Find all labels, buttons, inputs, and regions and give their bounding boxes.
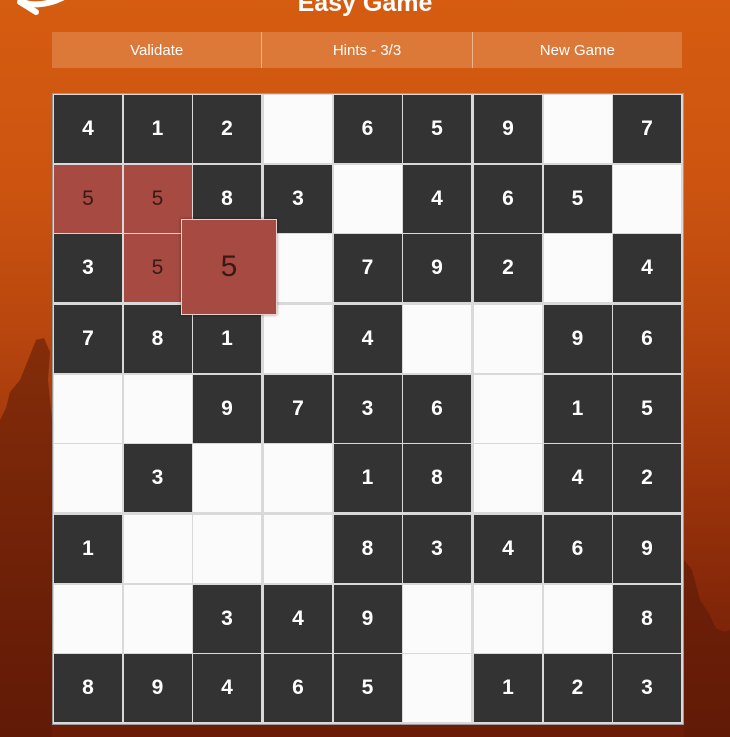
sudoku-cell[interactable] [403,584,471,653]
sudoku-cell[interactable] [474,374,542,443]
sudoku-cell: 3 [193,584,261,653]
sudoku-cell: 5 [403,95,471,163]
sudoku-cell: 1 [333,444,402,512]
sudoku-cell: 8 [403,444,471,512]
sudoku-cell: 7 [613,95,681,163]
toolbar: Validate Hints - 3/3 New Game [52,32,682,68]
sudoku-cell[interactable] [54,374,122,443]
sudoku-cell: 3 [403,515,471,583]
sudoku-cell[interactable] [543,584,612,653]
sudoku-cell[interactable] [543,95,612,163]
sudoku-cell[interactable] [264,515,332,583]
sudoku-cell: 2 [193,95,261,163]
sudoku-cell[interactable] [123,374,192,443]
sudoku-cell[interactable] [403,654,471,722]
sudoku-cell[interactable]: 5 [54,164,122,233]
sudoku-cell[interactable] [54,444,122,512]
sudoku-cell: 9 [193,374,261,443]
sudoku-cell: 6 [543,515,612,583]
sudoku-cell: 2 [474,234,542,302]
new-game-button[interactable]: New Game [473,32,682,68]
sudoku-cell[interactable] [123,515,192,583]
sudoku-cell: 4 [613,234,681,302]
sudoku-cell: 9 [543,305,612,373]
sudoku-cell: 8 [333,515,402,583]
sudoku-cell[interactable] [613,164,681,233]
sudoku-cell: 4 [264,584,332,653]
sudoku-cell: 2 [543,654,612,722]
sudoku-cell[interactable] [193,515,261,583]
sudoku-cell: 9 [123,654,192,722]
validate-button[interactable]: Validate [52,32,263,68]
sudoku-cell[interactable] [264,444,332,512]
sudoku-cell: 3 [333,374,402,443]
sudoku-cell[interactable] [474,305,542,373]
sudoku-cell: 5 [333,654,402,722]
sudoku-cell: 6 [474,164,542,233]
sudoku-cell: 6 [403,374,471,443]
sudoku-cell: 5 [543,164,612,233]
sudoku-cell: 4 [193,654,261,722]
sudoku-cell: 1 [193,305,261,373]
sudoku-cell[interactable] [264,95,332,163]
sudoku-cell: 3 [123,444,192,512]
sudoku-cell[interactable] [264,305,332,373]
sudoku-cell: 3 [54,234,122,302]
sudoku-cell: 1 [474,654,542,722]
sudoku-cell[interactable] [474,444,542,512]
sudoku-cell-selected[interactable]: 5 [181,219,277,315]
sudoku-cell[interactable] [123,584,192,653]
sudoku-cell: 1 [543,374,612,443]
sudoku-cell: 7 [54,305,122,373]
sudoku-cell[interactable] [403,305,471,373]
sudoku-cell: 9 [333,584,402,653]
sudoku-cell[interactable] [333,164,402,233]
sudoku-cell: 8 [613,584,681,653]
sudoku-cell: 3 [613,654,681,722]
sudoku-cell: 9 [403,234,471,302]
sudoku-cell[interactable] [474,584,542,653]
sudoku-cell: 5 [613,374,681,443]
sudoku-cell: 9 [613,515,681,583]
sudoku-cell: 1 [123,95,192,163]
sudoku-cell[interactable] [543,234,612,302]
sudoku-cell: 4 [403,164,471,233]
sudoku-cell: 6 [333,95,402,163]
sudoku-cell: 7 [264,374,332,443]
sudoku-cell: 6 [613,305,681,373]
page-title: Easy Game [297,0,433,17]
sudoku-cell: 1 [54,515,122,583]
sudoku-cell: 4 [474,515,542,583]
sudoku-cell: 7 [333,234,402,302]
hints-button[interactable]: Hints - 3/3 [262,32,473,68]
sudoku-cell: 4 [54,95,122,163]
sudoku-cell: 6 [264,654,332,722]
sudoku-cell: 2 [613,444,681,512]
sudoku-cell[interactable] [54,584,122,653]
sudoku-board: 4126597558346535579247814969736153184218… [52,93,684,725]
sudoku-cell: 8 [123,305,192,373]
sudoku-cell: 4 [333,305,402,373]
sudoku-cell: 8 [54,654,122,722]
sudoku-cell: 9 [474,95,542,163]
sudoku-cell: 4 [543,444,612,512]
sudoku-cell[interactable] [193,444,261,512]
